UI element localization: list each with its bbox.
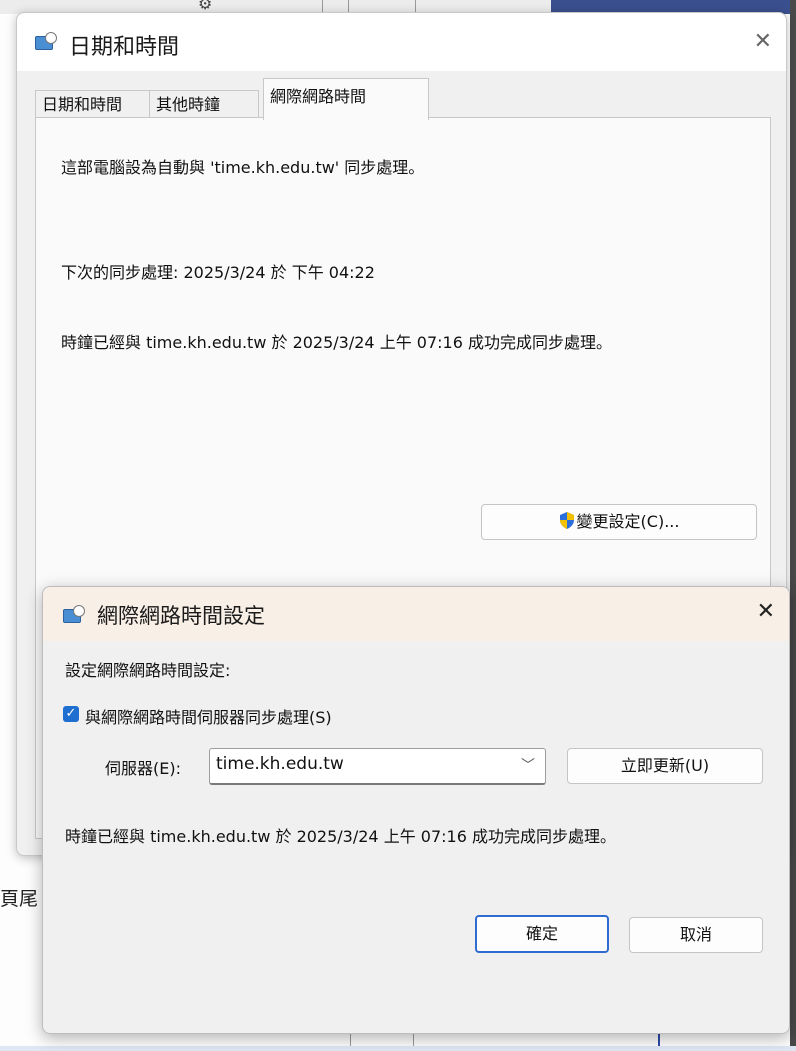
dialog-title: 日期和時間 [69, 35, 180, 60]
next-sync-text: 下次的同步處理: 2025/3/24 於 下午 04:22 [61, 263, 375, 282]
background-strip [0, 1046, 796, 1051]
sync-checkbox[interactable]: ✓ [63, 706, 79, 722]
checkmark-icon: ✓ [65, 706, 77, 721]
sync-info-text: 這部電腦設為自動與 'time.kh.edu.tw' 同步處理。 [61, 158, 425, 177]
title-bar[interactable]: 網際網路時間設定 ✕ [43, 587, 789, 641]
dialog-title: 網際網路時間設定 [97, 604, 265, 628]
tab-internet-time[interactable]: 網際網路時間 [263, 78, 429, 120]
server-combobox[interactable]: time.kh.edu.tw ﹀ [209, 748, 546, 785]
server-value: time.kh.edu.tw [216, 754, 344, 774]
internet-time-settings-dialog: 網際網路時間設定 ✕ 設定網際網路時間設定: ✓ 與網際網路時間伺服器同步處理(… [42, 586, 790, 1034]
background-partial-text: 頁尾 [0, 888, 39, 910]
date-time-icon [35, 32, 57, 52]
sync-checkbox-label[interactable]: 與網際網路時間伺服器同步處理(S) [85, 704, 332, 728]
close-icon[interactable]: ✕ [754, 29, 772, 54]
change-settings-label: 變更設定(C)... [576, 512, 680, 531]
server-label: 伺服器(E): [105, 759, 181, 778]
tab-additional-clocks[interactable]: 其他時鐘 [149, 90, 259, 119]
change-settings-button[interactable]: 變更設定(C)... [481, 504, 757, 540]
last-sync-text: 時鐘已經與 time.kh.edu.tw 於 2025/3/24 上午 07:1… [61, 333, 612, 352]
background-edge [790, 0, 796, 1051]
sync-status-text: 時鐘已經與 time.kh.edu.tw 於 2025/3/24 上午 07:1… [65, 827, 616, 846]
date-time-icon [63, 605, 85, 625]
tab-date-time[interactable]: 日期和時間 [35, 90, 155, 119]
uac-shield-icon [559, 507, 575, 529]
update-now-button[interactable]: 立即更新(U) [567, 748, 763, 784]
title-bar[interactable]: 日期和時間 ✕ [17, 13, 786, 71]
ok-button[interactable]: 確定 [475, 915, 609, 953]
close-icon[interactable]: ✕ [757, 599, 775, 624]
cancel-button[interactable]: 取消 [629, 917, 763, 953]
settings-heading: 設定網際網路時間設定: [65, 661, 231, 680]
chevron-down-icon[interactable]: ﹀ [521, 755, 535, 775]
